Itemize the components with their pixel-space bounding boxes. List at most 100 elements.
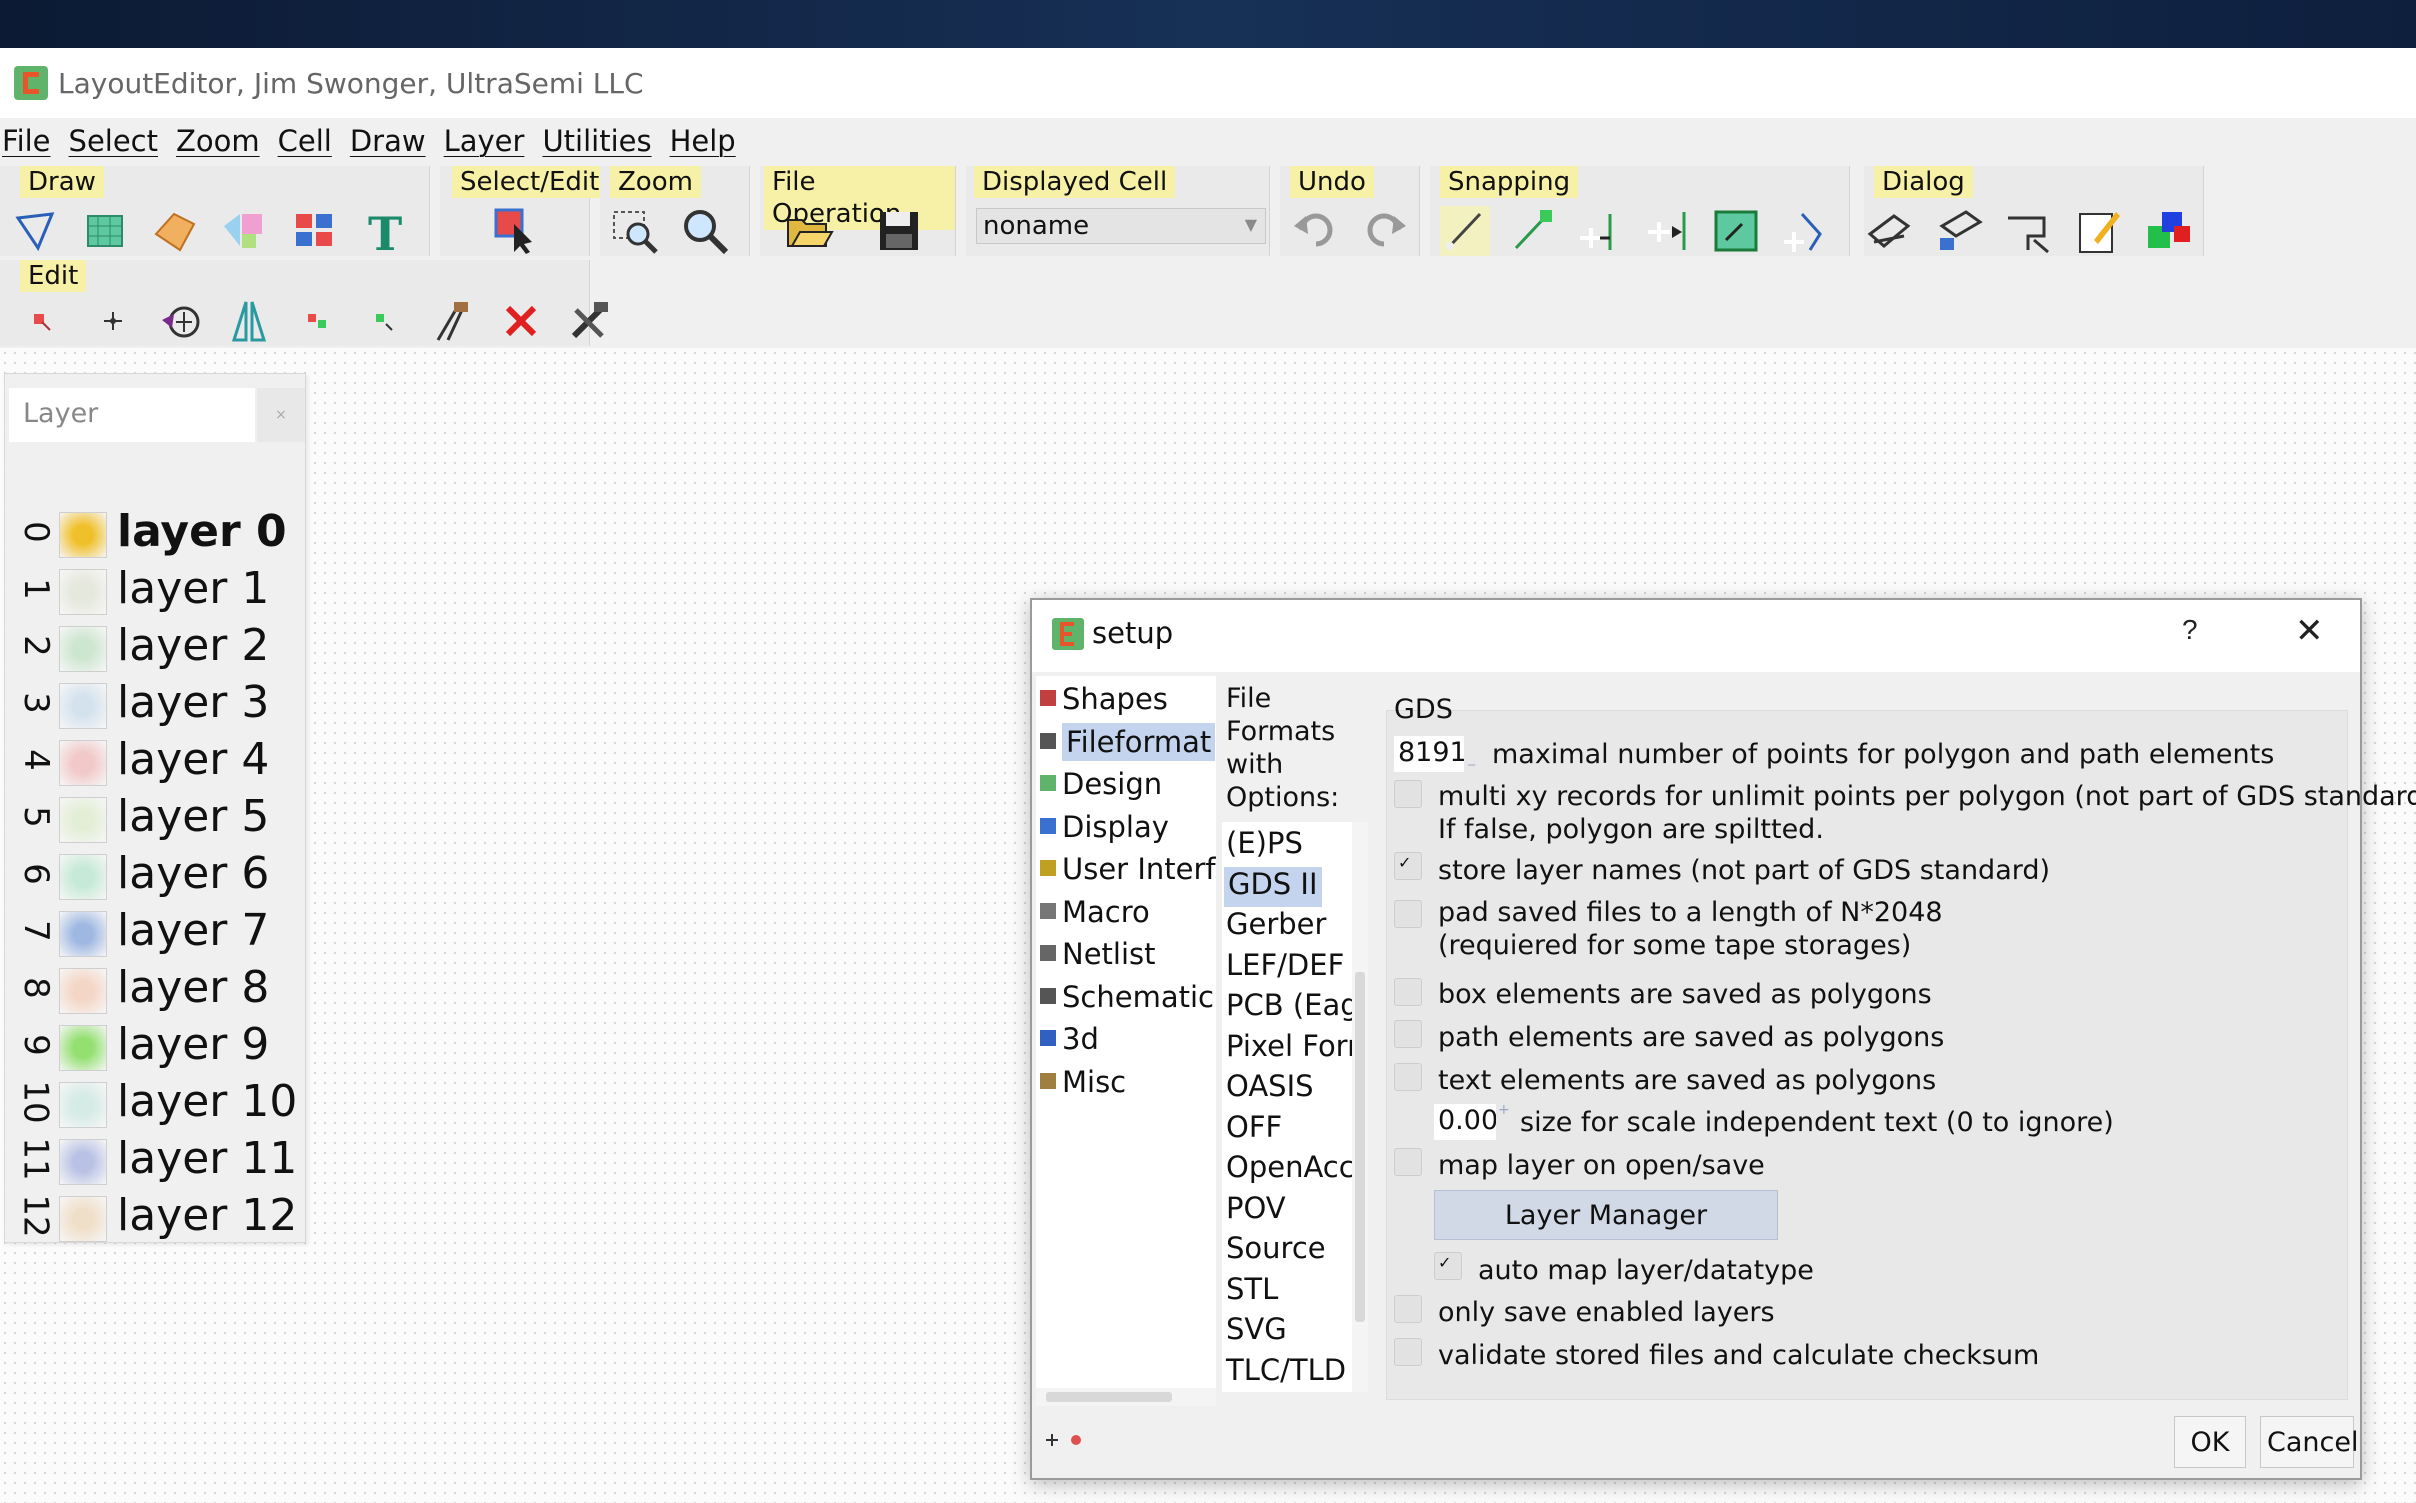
zoom-magnifier-icon[interactable] (680, 206, 730, 256)
file-format-item[interactable]: LEF/DEF (1226, 948, 1344, 988)
validate-checkbox[interactable] (1394, 1338, 1422, 1366)
snap-box-icon[interactable] (1712, 206, 1762, 256)
edit-scale-icon[interactable] (360, 296, 410, 346)
menu-zoom[interactable]: Zoom (176, 124, 260, 158)
cancel-button[interactable]: Cancel (2260, 1416, 2358, 1468)
layer-color-swatch[interactable] (59, 1082, 107, 1128)
layer-color-swatch[interactable] (59, 797, 107, 843)
file-format-item[interactable]: POV (1226, 1191, 1286, 1231)
category-item[interactable]: 3d (1040, 1022, 1099, 1062)
max-points-spinbox[interactable]: 8191 (1394, 736, 1464, 772)
edit-copy-icon[interactable] (292, 296, 342, 346)
layer-color-swatch[interactable] (59, 911, 107, 957)
category-item[interactable]: Display (1040, 810, 1169, 850)
category-item[interactable]: User Interfa (1040, 852, 1216, 892)
layer-color-swatch[interactable] (59, 683, 107, 729)
snap-line-icon[interactable] (1576, 206, 1626, 256)
spin-arrow-icon[interactable]: _ (1468, 750, 1475, 766)
file-format-item[interactable]: GDS II (1224, 866, 1322, 907)
open-folder-icon[interactable] (784, 206, 834, 256)
category-item[interactable]: Design (1040, 767, 1162, 807)
file-format-item[interactable]: Source (1226, 1231, 1326, 1271)
file-format-item[interactable]: OFF (1226, 1110, 1282, 1150)
edit-move-icon[interactable] (20, 296, 70, 346)
edit-delete-icon[interactable] (496, 296, 546, 346)
draw-text-icon[interactable]: T (360, 206, 410, 261)
help-button[interactable]: ? (2182, 614, 2198, 646)
menu-help[interactable]: Help (670, 124, 736, 158)
category-list-scrollbar[interactable] (1036, 1388, 1216, 1406)
menu-cell[interactable]: Cell (278, 124, 332, 158)
path-polygons-checkbox[interactable] (1394, 1020, 1422, 1048)
close-icon[interactable]: ✕ (2289, 610, 2330, 652)
category-item[interactable]: Schematic (1040, 980, 1214, 1020)
box-polygons-checkbox[interactable] (1394, 978, 1422, 1006)
layer-row[interactable]: 10 layer 10 (5, 1074, 305, 1130)
menu-layer[interactable]: Layer (444, 124, 525, 158)
menu-file[interactable]: File (2, 124, 51, 158)
category-item[interactable]: Netlist (1040, 937, 1156, 977)
layer-color-swatch[interactable] (59, 569, 107, 615)
save-disk-icon[interactable] (874, 206, 924, 256)
store-layer-names-checkbox[interactable]: ✓ (1394, 852, 1422, 880)
only-enabled-checkbox[interactable] (1394, 1295, 1422, 1323)
snap-grid-icon[interactable] (1440, 206, 1490, 256)
layer-row[interactable]: 12 layer 12 (5, 1188, 305, 1244)
dialog-property-icon[interactable] (1934, 206, 1984, 256)
edit-center-icon[interactable] (88, 296, 138, 346)
file-format-item[interactable]: SVG (1226, 1312, 1287, 1352)
snap-path-icon[interactable] (1780, 206, 1830, 256)
ok-button[interactable]: OK (2174, 1416, 2246, 1468)
layer-row[interactable]: 4 layer 4 (5, 732, 305, 788)
layer-color-swatch[interactable] (59, 1025, 107, 1071)
file-format-item[interactable]: (E)PS (1226, 826, 1303, 866)
file-format-item[interactable]: Pixel Forr (1226, 1029, 1359, 1069)
edit-rotate-icon[interactable] (156, 296, 206, 346)
snap-point-icon[interactable] (1508, 206, 1558, 256)
category-item[interactable]: Shapes (1040, 682, 1168, 722)
file-format-item[interactable]: OASIS (1226, 1069, 1314, 1109)
layer-row[interactable]: 11 layer 11 (5, 1131, 305, 1187)
undo-icon[interactable] (1290, 206, 1340, 256)
scrollbar-thumb[interactable] (1046, 1392, 1172, 1402)
file-format-item[interactable]: OpenAcc (1226, 1150, 1355, 1190)
map-layer-checkbox[interactable] (1394, 1148, 1422, 1176)
edit-tools-icon[interactable] (564, 296, 614, 346)
spin-arrow-icon[interactable]: + (1498, 1102, 1510, 1118)
layer-color-swatch[interactable] (59, 854, 107, 900)
clear-icon[interactable]: × (257, 388, 305, 442)
layer-color-swatch[interactable] (59, 740, 107, 786)
dialog-measure-icon[interactable] (2004, 206, 2054, 256)
layer-color-swatch[interactable] (59, 1196, 107, 1242)
layer-color-swatch[interactable] (59, 626, 107, 672)
edit-mirror-icon[interactable] (224, 296, 274, 346)
layer-search-input[interactable]: Layer (9, 388, 255, 442)
draw-box-icon[interactable] (80, 206, 130, 256)
dialog-notes-icon[interactable] (2074, 206, 2124, 256)
layer-row[interactable]: 8 layer 8 (5, 960, 305, 1016)
category-item[interactable]: Misc (1040, 1065, 1126, 1105)
layer-row[interactable]: 3 layer 3 (5, 675, 305, 731)
draw-array-icon[interactable] (290, 206, 340, 256)
draw-path-icon[interactable] (150, 206, 200, 256)
layer-manager-button[interactable]: Layer Manager (1434, 1190, 1778, 1240)
file-format-item[interactable]: Gerber (1226, 907, 1326, 947)
scrollbar-thumb[interactable] (1355, 972, 1365, 1322)
select-cursor-icon[interactable] (490, 206, 540, 256)
layer-row[interactable]: 6 layer 6 (5, 846, 305, 902)
redo-icon[interactable] (1360, 206, 1410, 256)
layer-color-swatch[interactable] (59, 512, 107, 558)
text-polygons-checkbox[interactable] (1394, 1063, 1422, 1091)
draw-polygon-icon[interactable] (10, 206, 60, 256)
category-item[interactable]: Fileformat (1040, 722, 1216, 765)
menu-select[interactable]: Select (69, 124, 158, 158)
layer-row[interactable]: 7 layer 7 (5, 903, 305, 959)
layer-row[interactable]: 5 layer 5 (5, 789, 305, 845)
macro-record-icon[interactable] (1046, 1430, 1086, 1450)
edit-cut-icon[interactable] (428, 296, 478, 346)
file-format-item[interactable]: PCB (Eag (1226, 988, 1359, 1028)
dialog-layers-icon[interactable] (2144, 206, 2194, 256)
layer-color-swatch[interactable] (59, 1139, 107, 1185)
file-format-item[interactable]: STL (1226, 1272, 1278, 1312)
displayed-cell-dropdown[interactable]: noname ▼ (976, 208, 1266, 244)
